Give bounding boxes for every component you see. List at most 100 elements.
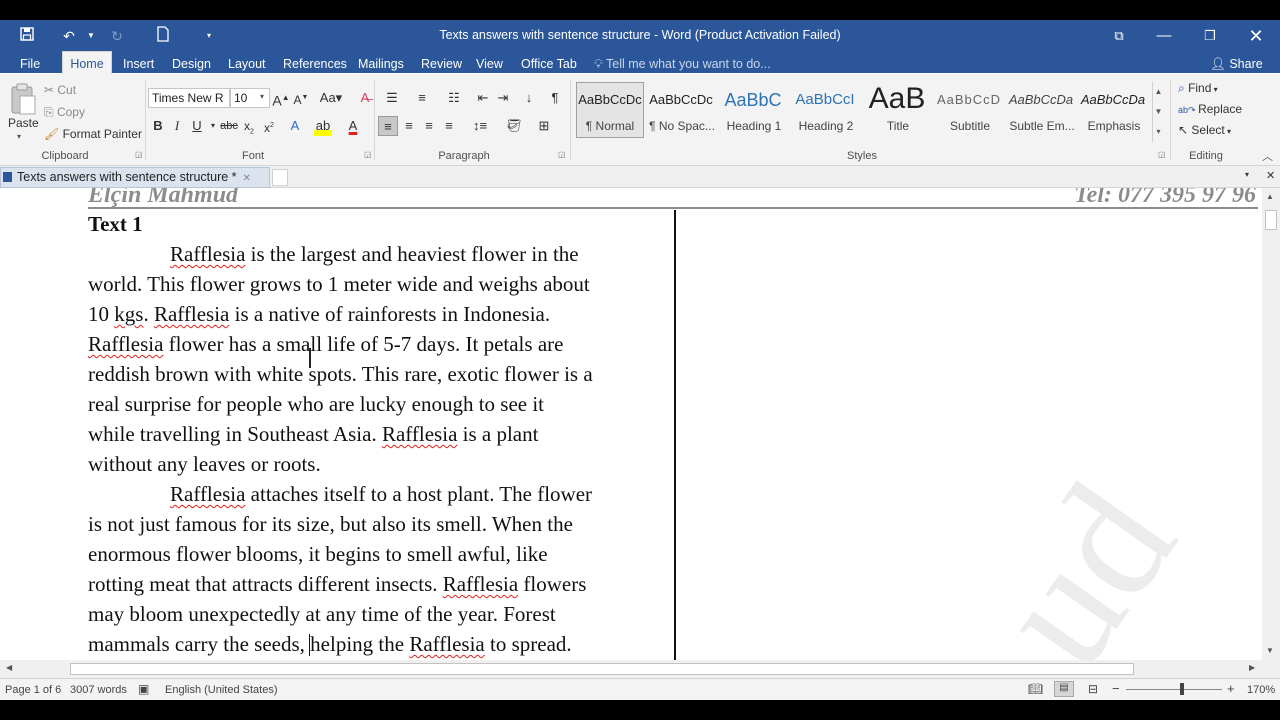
copy-button[interactable]: ⎘ Copy <box>44 105 85 120</box>
language[interactable]: English (United States) <box>165 684 278 696</box>
tab-layout[interactable]: Layout <box>228 54 266 74</box>
font-size-dropdown-icon[interactable]: ▾ <box>260 92 264 101</box>
document-tab[interactable]: Texts answers with sentence structure * ✕ <box>0 167 270 188</box>
tab-review[interactable]: Review <box>421 54 462 74</box>
strikethrough-icon[interactable]: abc <box>218 116 240 136</box>
new-document-icon[interactable] <box>152 26 174 46</box>
styles-launcher-icon[interactable]: ◲ <box>1158 150 1166 159</box>
customize-toolbar-icon[interactable]: ▾ <box>198 26 220 46</box>
zoom-in-icon[interactable]: + <box>1227 681 1235 696</box>
horizontal-scrollbar[interactable]: ◀ ▶ <box>0 660 1262 678</box>
bold-icon[interactable]: B <box>149 116 167 136</box>
clear-formatting-icon[interactable]: A̶ <box>356 88 374 108</box>
style-emphasis-preview[interactable]: AaBbCcDa <box>1080 92 1146 107</box>
paste-icon[interactable] <box>8 82 38 116</box>
align-right-icon[interactable]: ≡ <box>420 116 438 136</box>
zoom-out-icon[interactable]: − <box>1112 681 1120 696</box>
style-normal-preview[interactable]: AaBbCcDc <box>577 92 643 107</box>
read-mode-icon[interactable]: 📖︎ <box>1028 682 1043 696</box>
new-tab-button[interactable] <box>272 169 288 186</box>
tab-view[interactable]: View <box>476 54 503 74</box>
scroll-left-icon[interactable]: ◀ <box>6 663 12 672</box>
word-count[interactable]: 3007 words <box>70 684 127 696</box>
numbering-icon[interactable]: ≡ <box>410 88 434 108</box>
align-left-icon[interactable]: ≡ <box>378 116 398 136</box>
borders-icon[interactable]: ⊞ <box>532 116 556 136</box>
style-subtitle-preview[interactable]: AaBbCcD <box>936 92 1002 107</box>
zoom-slider-track[interactable] <box>1126 689 1222 690</box>
style-title-preview[interactable]: AaB <box>864 82 930 116</box>
horizontal-scroll-thumb[interactable] <box>70 663 1134 675</box>
tab-home[interactable]: Home <box>62 51 112 75</box>
tell-me-search[interactable]: 💡︎ Tell me what you want to do... <box>594 54 771 74</box>
restore-icon[interactable]: ❐ <box>1193 24 1227 48</box>
tab-office-tab[interactable]: Office Tab <box>521 54 577 74</box>
tab-insert[interactable]: Insert <box>123 54 154 74</box>
italic-icon[interactable]: I <box>168 116 186 136</box>
close-icon[interactable]: ✕ <box>1239 24 1273 48</box>
tab-close-icon[interactable]: ✕ <box>243 173 251 184</box>
zoom-slider-thumb[interactable] <box>1180 683 1184 695</box>
align-center-icon[interactable]: ≡ <box>400 116 418 136</box>
paragraph-launcher-icon[interactable]: ◲ <box>558 150 566 159</box>
highlight-color-icon[interactable]: ab <box>314 116 332 136</box>
scroll-up-icon[interactable]: ▲ <box>1266 192 1274 201</box>
style-heading1-preview[interactable]: AaBbC <box>720 90 786 111</box>
justify-icon[interactable]: ≡ <box>440 116 458 136</box>
proofing-icon[interactable]: ▣ <box>138 682 149 696</box>
shading-icon[interactable]: 🪣︎ <box>502 116 526 136</box>
line-spacing-icon[interactable]: ↕≡ <box>468 116 492 136</box>
vertical-scroll-thumb[interactable] <box>1265 210 1277 230</box>
tab-file[interactable]: File <box>20 54 40 74</box>
style-heading2-preview[interactable]: AaBbCcI <box>792 91 858 108</box>
zoom-level[interactable]: 170% <box>1247 684 1275 696</box>
subscript-icon[interactable]: x2 <box>240 116 258 136</box>
minimize-icon[interactable]: — <box>1147 24 1181 48</box>
clipboard-launcher-icon[interactable]: ◲ <box>135 150 143 159</box>
collapse-ribbon-icon[interactable]: ︿ <box>1262 148 1273 164</box>
decrease-indent-icon[interactable]: ⇤ <box>474 88 492 108</box>
multilevel-list-icon[interactable]: ☷ <box>442 88 466 108</box>
share-button[interactable]: 👤︎ Share <box>1210 54 1263 74</box>
find-button[interactable]: ⌕ Find ▾ <box>1178 81 1218 96</box>
replace-button[interactable]: ab↷ Replace <box>1178 102 1242 116</box>
redo-icon[interactable]: ↻ <box>106 26 128 46</box>
word-doc-icon <box>3 172 12 182</box>
font-name-box[interactable]: Times New R <box>148 88 230 108</box>
select-button[interactable]: ↖ Select ▾ <box>1178 123 1231 137</box>
scroll-right-icon[interactable]: ▶ <box>1249 663 1255 672</box>
print-layout-icon[interactable]: ▤ <box>1054 681 1074 697</box>
ribbon-display-options-icon[interactable]: ⧉ <box>1102 24 1136 48</box>
change-case-icon[interactable]: Aa▾ <box>318 88 344 108</box>
tab-mailings[interactable]: Mailings <box>358 54 404 74</box>
show-formatting-icon[interactable]: ¶ <box>546 88 564 108</box>
document-canvas[interactable]: Elçin Mahmud Tel: 077 395 97 96 ud Text … <box>0 188 1262 660</box>
format-painter-button[interactable]: 🖌︎ Format Painter <box>44 127 142 141</box>
tab-design[interactable]: Design <box>172 54 211 74</box>
grow-font-icon[interactable]: A▲ <box>272 88 290 109</box>
paste-button[interactable]: Paste <box>8 116 39 130</box>
sort-icon[interactable]: ↓ <box>520 88 538 108</box>
shrink-font-icon[interactable]: A▼ <box>292 88 310 108</box>
web-layout-icon[interactable]: ⊟ <box>1088 682 1098 696</box>
superscript-icon[interactable]: x2 <box>260 116 278 136</box>
font-launcher-icon[interactable]: ◲ <box>364 150 372 159</box>
close-all-tabs-icon[interactable]: ✕ <box>1266 169 1275 182</box>
tab-list-dropdown-icon[interactable]: ▾ <box>1245 170 1249 179</box>
style-subtle-emphasis-preview[interactable]: AaBbCcDa <box>1008 92 1074 107</box>
text-effects-icon[interactable]: A <box>286 116 304 136</box>
vertical-scrollbar[interactable]: ▲ ▼ <box>1262 188 1280 660</box>
page-count[interactable]: Page 1 of 6 <box>5 684 61 696</box>
bullets-icon[interactable]: ☰ <box>380 88 404 108</box>
cut-button[interactable]: ✂ Cut <box>44 83 76 97</box>
style-no-spacing-preview[interactable]: AaBbCcDc <box>648 92 714 107</box>
styles-scroll[interactable]: ▲ ▼ ▾ <box>1152 82 1164 142</box>
paste-dropdown-icon[interactable]: ▾ <box>17 132 21 141</box>
undo-dropdown-icon[interactable]: ▼ <box>80 26 102 46</box>
increase-indent-icon[interactable]: ⇥ <box>494 88 512 108</box>
undo-icon[interactable]: ↶ <box>58 26 80 46</box>
scroll-down-icon[interactable]: ▼ <box>1266 646 1274 655</box>
tab-references[interactable]: References <box>283 54 347 74</box>
save-icon[interactable] <box>16 26 38 46</box>
font-color-icon[interactable]: A <box>344 116 362 136</box>
